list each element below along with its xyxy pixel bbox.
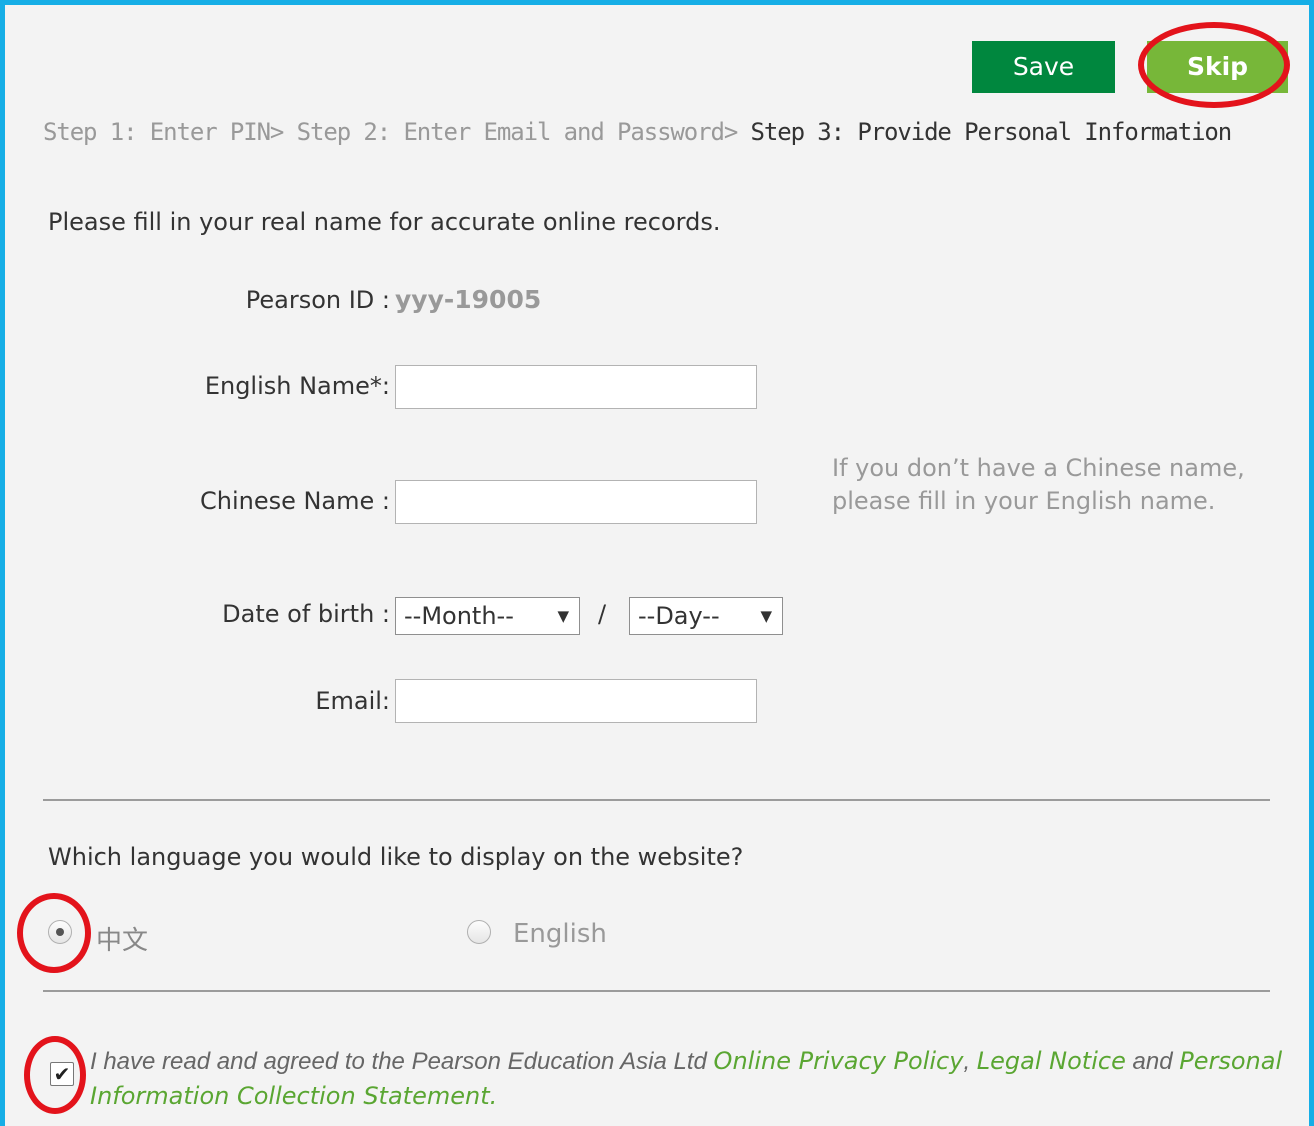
step-2: Step 2: Enter Email and Password>: [296, 118, 739, 146]
step-breadcrumb: Step 1: Enter PIN> Step 2: Enter Email a…: [43, 118, 1233, 146]
language-radio-english[interactable]: [467, 920, 491, 944]
agreement-text: I have read and agreed to the Pearson Ed…: [90, 1044, 1300, 1114]
language-radio-chinese[interactable]: [48, 920, 72, 944]
page-frame: [0, 0, 1314, 1126]
month-select[interactable]: --Month-- ▼: [395, 597, 580, 635]
dob-separator: /: [598, 600, 607, 628]
divider: [43, 990, 1270, 992]
agreement-and: and: [1125, 1048, 1180, 1075]
save-button[interactable]: Save: [972, 41, 1115, 93]
agreement-comma: ,: [963, 1048, 977, 1075]
pearson-id-value: yyy-19005: [395, 285, 542, 314]
dob-label: Date of birth :: [222, 600, 390, 628]
chinese-name-label: Chinese Name :: [199, 487, 390, 515]
day-select[interactable]: --Day-- ▼: [629, 597, 783, 635]
privacy-policy-link[interactable]: Online Privacy Policy: [714, 1047, 964, 1075]
english-name-input[interactable]: [395, 365, 757, 409]
day-select-value: --Day--: [638, 602, 720, 630]
step-3-current: Step 3: Provide Personal Information: [750, 118, 1233, 146]
agreement-text-before: I have read and agreed to the Pearson Ed…: [90, 1048, 714, 1075]
language-question: Which language you would like to display…: [48, 843, 744, 871]
legal-notice-link[interactable]: Legal Notice: [977, 1047, 1126, 1075]
english-name-label: English Name*:: [204, 372, 390, 400]
step-1: Step 1: Enter PIN>: [43, 118, 284, 146]
email-label: Email:: [315, 687, 390, 715]
chevron-down-icon: ▼: [557, 607, 569, 625]
language-label-chinese: 中文: [96, 926, 149, 956]
intro-text: Please fill in your real name for accura…: [48, 208, 721, 236]
chevron-down-icon: ▼: [760, 607, 772, 625]
chinese-name-input[interactable]: [395, 480, 757, 524]
divider: [43, 799, 1270, 801]
email-input[interactable]: [395, 679, 757, 723]
agreement-checkbox[interactable]: ✔: [50, 1062, 74, 1086]
pearson-id-label: Pearson ID :: [245, 286, 390, 314]
language-label-english: English: [513, 919, 607, 949]
skip-button[interactable]: Skip: [1147, 41, 1288, 93]
month-select-value: --Month--: [404, 602, 514, 630]
chinese-name-hint: If you don’t have a Chinese name, please…: [832, 454, 1245, 515]
